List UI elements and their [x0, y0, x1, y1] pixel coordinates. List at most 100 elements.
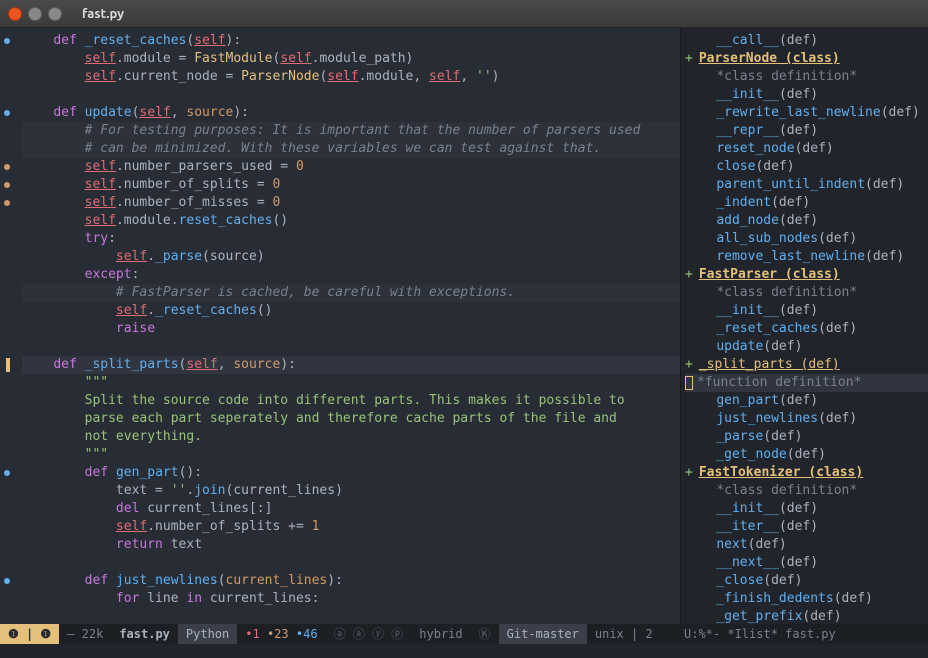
code-line[interactable]: try:	[22, 230, 680, 248]
lint-marker-icon[interactable]	[4, 200, 10, 206]
expand-icon[interactable]: +	[685, 464, 693, 482]
outline-item[interactable]: *function definition*	[685, 374, 928, 392]
code-line[interactable]	[22, 338, 680, 356]
outline-item[interactable]: __init__ (def)	[685, 86, 928, 104]
outline-item[interactable]: just_newlines (def)	[685, 410, 928, 428]
expand-icon[interactable]: +	[685, 266, 693, 284]
code-line[interactable]: not everything.	[22, 428, 680, 446]
outline-item[interactable]: _parse (def)	[685, 428, 928, 446]
vc-branch[interactable]: Git-master	[499, 624, 587, 644]
buffer-name[interactable]: fast.py	[111, 624, 178, 644]
code-line[interactable]: Split the source code into different par…	[22, 392, 680, 410]
outline-item[interactable]: _rewrite_last_newline (def)	[685, 104, 928, 122]
outline-item[interactable]: *class definition*	[685, 68, 928, 86]
flycheck-counts[interactable]: •1 •23 •46	[237, 624, 325, 644]
outline-item[interactable]: *class definition*	[685, 284, 928, 302]
outline-item[interactable]: __iter__ (def)	[685, 518, 928, 536]
code-line[interactable]: def just_newlines(current_lines):	[22, 572, 680, 590]
fold-marker-icon[interactable]	[4, 578, 10, 584]
outline-item[interactable]: _get_node (def)	[685, 446, 928, 464]
outline-item[interactable]: reset_node (def)	[685, 140, 928, 158]
outline-item[interactable]: close (def)	[685, 158, 928, 176]
fold-marker-icon[interactable]	[4, 470, 10, 476]
outline-item[interactable]: *class definition*	[685, 482, 928, 500]
outline-item[interactable]: update (def)	[685, 338, 928, 356]
outline-item[interactable]: next (def)	[685, 536, 928, 554]
outline-item[interactable]: _get_prefix (def)	[685, 608, 928, 624]
outline-item[interactable]: __repr__ (def)	[685, 122, 928, 140]
current-line-marker-icon	[6, 358, 10, 372]
code-line[interactable]: text = ''.join(current_lines)	[22, 482, 680, 500]
def-name: _indent	[716, 194, 771, 212]
code-line[interactable]: parse each part seperately and therefore…	[22, 410, 680, 428]
gutter-mark	[0, 140, 14, 158]
outline-item[interactable]: __call__ (def)	[685, 32, 928, 50]
code-line[interactable]: raise	[22, 320, 680, 338]
code-line[interactable]: self._reset_caches()	[22, 302, 680, 320]
def-name: remove_last_newline	[716, 248, 865, 266]
minibuffer[interactable]	[0, 644, 928, 658]
def-name: __repr__	[716, 122, 779, 140]
lint-marker-icon[interactable]	[4, 164, 10, 170]
outline-item[interactable]: _close (def)	[685, 572, 928, 590]
code-line[interactable]: # can be minimized. With these variables…	[22, 140, 680, 158]
outline-item[interactable]: __next__ (def)	[685, 554, 928, 572]
code-line[interactable]: # For testing purposes: It is important …	[22, 122, 680, 140]
code-line[interactable]: """	[22, 374, 680, 392]
outline-item[interactable]: remove_last_newline (def)	[685, 248, 928, 266]
gutter-mark	[0, 32, 14, 50]
close-icon[interactable]	[8, 7, 22, 21]
minimize-icon[interactable]	[28, 7, 42, 21]
code-area[interactable]: def _reset_caches(self): self.module = F…	[14, 28, 680, 624]
code-line[interactable]: def _split_parts(self, source):	[22, 356, 680, 374]
code-line[interactable]: def _reset_caches(self):	[22, 32, 680, 50]
outline-item[interactable]: +FastParser (class)	[685, 266, 928, 284]
code-line[interactable]: self.module.reset_caches()	[22, 212, 680, 230]
code-line[interactable]: del current_lines[:]	[22, 500, 680, 518]
editor-pane[interactable]: def _reset_caches(self): self.module = F…	[0, 28, 680, 624]
main-area: def _reset_caches(self): self.module = F…	[0, 28, 928, 624]
outline-item[interactable]: _indent (def)	[685, 194, 928, 212]
lint-marker-icon[interactable]	[4, 182, 10, 188]
outline-item[interactable]: +_split_parts (def)	[685, 356, 928, 374]
code-line[interactable]: self.current_node = ParserNode(self.modu…	[22, 68, 680, 86]
code-line[interactable]: for line in current_lines:	[22, 590, 680, 608]
gutter-mark	[0, 536, 14, 554]
outline-item[interactable]: all_sub_nodes (def)	[685, 230, 928, 248]
flycheck-badge[interactable]: ❶ | ❶	[0, 624, 59, 644]
code-line[interactable]: self.module = FastModule(self.module_pat…	[22, 50, 680, 68]
gutter-mark	[0, 284, 14, 302]
code-line[interactable]: except:	[22, 266, 680, 284]
code-line[interactable]: self.number_parsers_used = 0	[22, 158, 680, 176]
expand-icon[interactable]: +	[685, 356, 693, 374]
code-line[interactable]: # FastParser is cached, be careful with …	[22, 284, 680, 302]
outline-item[interactable]: __init__ (def)	[685, 302, 928, 320]
outline-item[interactable]: gen_part (def)	[685, 392, 928, 410]
maximize-icon[interactable]	[48, 7, 62, 21]
code-line[interactable]: def update(self, source):	[22, 104, 680, 122]
fold-marker-icon[interactable]	[4, 110, 10, 116]
def-name: update	[716, 338, 763, 356]
outline-item[interactable]: parent_until_indent (def)	[685, 176, 928, 194]
outline-pane[interactable]: __call__ (def)+ParserNode (class) *class…	[680, 28, 928, 624]
code-line[interactable]: """	[22, 446, 680, 464]
code-line[interactable]: return text	[22, 536, 680, 554]
outline-item[interactable]: __init__ (def)	[685, 500, 928, 518]
code-line[interactable]: self.number_of_splits = 0	[22, 176, 680, 194]
expand-icon[interactable]: +	[685, 50, 693, 68]
code-line[interactable]: self._parse(source)	[22, 248, 680, 266]
outline-item[interactable]: + FastTokenizer (class)	[685, 464, 928, 482]
outline-item[interactable]: _reset_caches (def)	[685, 320, 928, 338]
outline-item[interactable]: _finish_dedents (def)	[685, 590, 928, 608]
code-line[interactable]: self.number_of_misses = 0	[22, 194, 680, 212]
outline-item[interactable]: +ParserNode (class)	[685, 50, 928, 68]
fold-marker-icon[interactable]	[4, 38, 10, 44]
code-line[interactable]: def gen_part():	[22, 464, 680, 482]
class-name: FastTokenizer (class)	[699, 464, 863, 482]
code-line[interactable]	[22, 554, 680, 572]
code-line[interactable]	[22, 86, 680, 104]
outline-item[interactable]: add_node (def)	[685, 212, 928, 230]
major-mode[interactable]: Python	[178, 624, 237, 644]
gutter-mark	[0, 194, 14, 212]
code-line[interactable]: self.number_of_splits += 1	[22, 518, 680, 536]
